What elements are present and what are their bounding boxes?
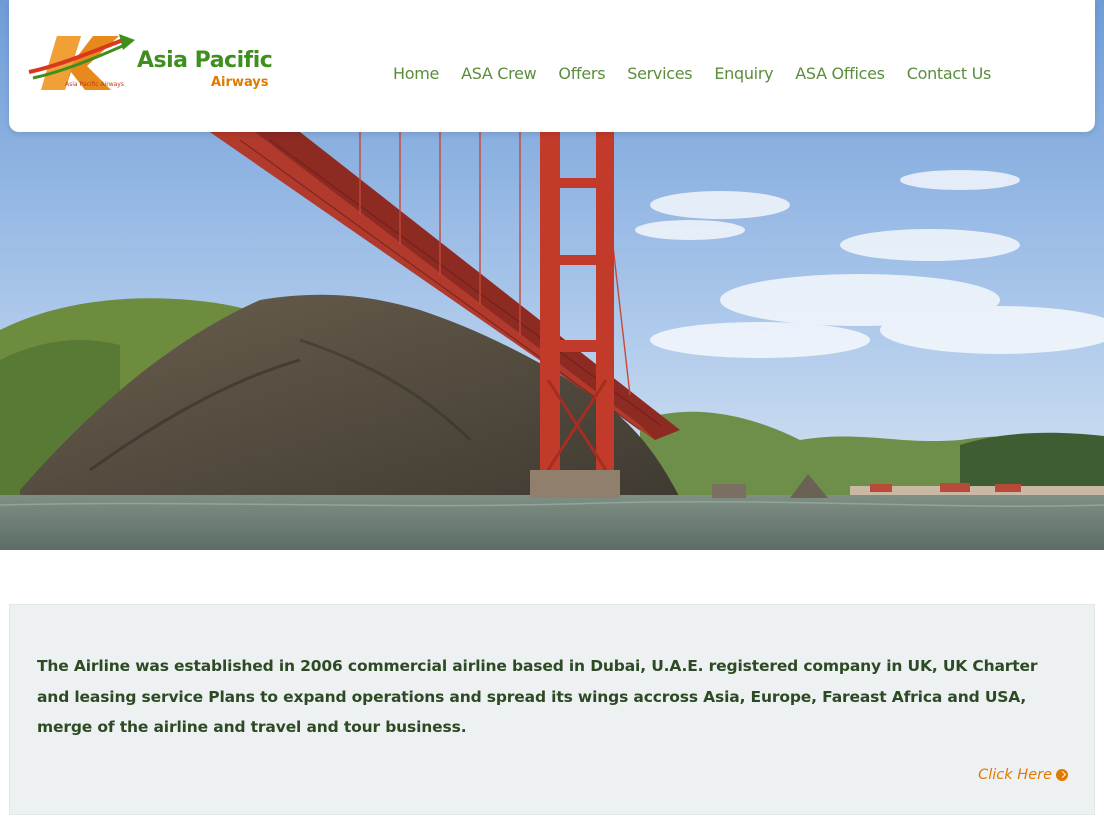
about-section: The Airline was established in 2006 comm… xyxy=(9,604,1095,815)
site-header: Asia Pacific Airways Asia Pacific Airway… xyxy=(9,0,1095,132)
brand-logo[interactable]: Asia Pacific Airways Asia Pacific Airway… xyxy=(27,32,277,94)
about-text: The Airline was established in 2006 comm… xyxy=(37,657,1038,736)
nav-item-offers[interactable]: Offers xyxy=(547,64,616,83)
nav-item-home[interactable]: Home xyxy=(382,64,450,83)
click-here-label: Click Here xyxy=(978,767,1052,783)
nav-item-enquiry[interactable]: Enquiry xyxy=(703,64,784,83)
click-here-link[interactable]: Click Here xyxy=(978,767,1068,783)
nav-item-contact-us[interactable]: Contact Us xyxy=(896,64,1002,83)
nav-item-asa-offices[interactable]: ASA Offices xyxy=(784,64,895,83)
page: Asia Pacific Airways Asia Pacific Airway… xyxy=(0,0,1104,828)
chevron-circle-right-icon xyxy=(1056,769,1068,781)
brand-name: Asia Pacific xyxy=(137,48,273,73)
nav-item-services[interactable]: Services xyxy=(616,64,703,83)
nav-item-asa-crew[interactable]: ASA Crew xyxy=(450,64,547,83)
main-nav: Home ASA Crew Offers Services Enquiry AS… xyxy=(382,64,1002,83)
brand-tagline: Asia Pacific Airways xyxy=(65,81,124,88)
brand-subtitle: Airways xyxy=(211,75,269,90)
